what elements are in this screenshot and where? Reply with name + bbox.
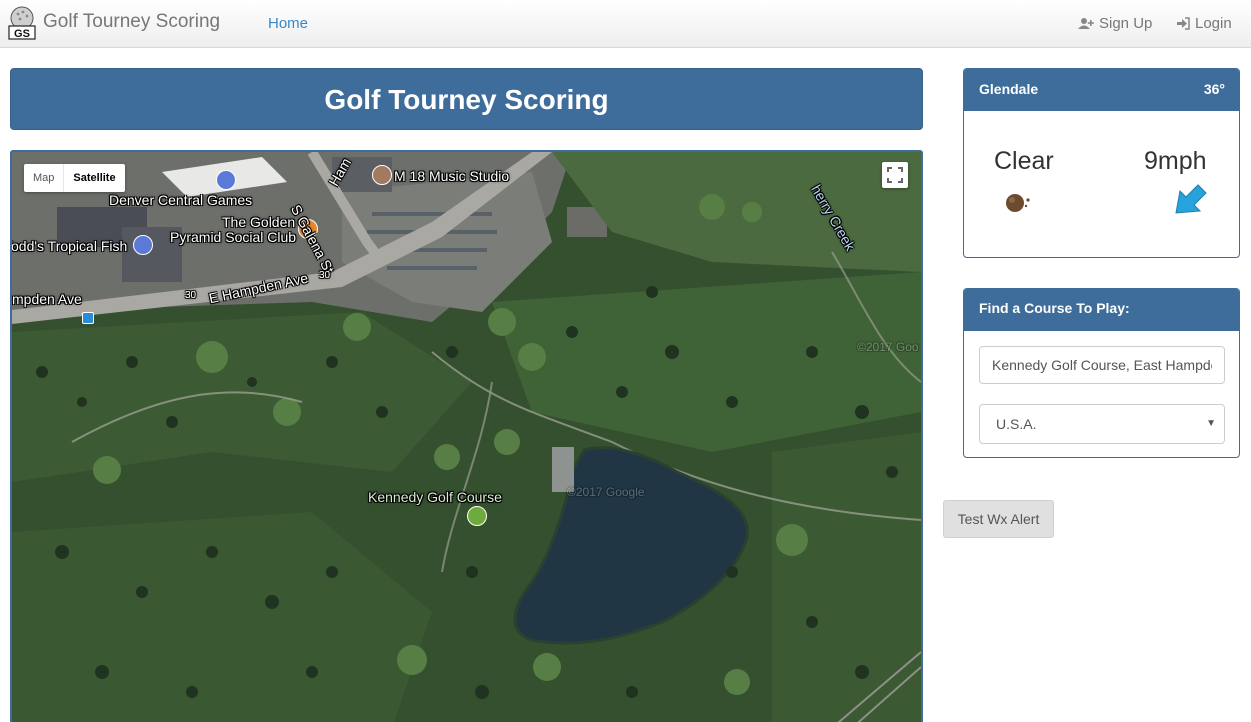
shopping-pin-icon[interactable] <box>216 170 236 190</box>
map-label-tropical-fish[interactable]: Todd's Tropical Fish <box>12 238 127 254</box>
store-pin-icon[interactable] <box>133 235 153 255</box>
weather-header: Glendale 36° <box>964 69 1239 111</box>
map-label-kennedy-golf-course[interactable]: Kennedy Golf Course <box>368 489 502 505</box>
country-select[interactable]: U.S.A. ▼ <box>979 404 1225 444</box>
login-label: Login <box>1195 15 1232 32</box>
weather-condition: Clear <box>994 147 1054 175</box>
test-wx-alert-button[interactable]: Test Wx Alert <box>943 500 1054 538</box>
map-label-route-30a: 30 <box>319 270 331 281</box>
map-label-route-30b: 30 <box>185 290 197 301</box>
sign-in-icon <box>1177 17 1190 30</box>
login-link[interactable]: Login <box>1177 15 1232 32</box>
moon-clear-icon <box>1006 194 1030 212</box>
golf-course-pin-icon[interactable] <box>467 506 487 526</box>
map-type-satellite-button[interactable]: Satellite <box>63 164 124 192</box>
wind-direction-arrow-icon <box>1175 184 1207 214</box>
navbar: GS Golf Tourney Scoring Home Sign Up Log… <box>0 0 1251 48</box>
signup-label: Sign Up <box>1099 15 1153 32</box>
map-label-golden-pyramid-2[interactable]: Pyramid Social Club <box>170 229 296 245</box>
fullscreen-button[interactable] <box>882 162 908 188</box>
title-banner: Golf Tourney Scoring <box>10 68 923 130</box>
map-watermark-1: ©2017 Goo <box>857 340 919 354</box>
course-search-input[interactable] <box>979 346 1225 384</box>
map-watermark-2: ©2017 Google <box>567 485 645 499</box>
country-select-value: U.S.A. <box>996 416 1037 432</box>
user-plus-icon <box>1078 18 1094 29</box>
chevron-down-icon: ▼ <box>1206 418 1216 429</box>
find-course-heading: Find a Course To Play: <box>964 289 1239 331</box>
weather-city: Glendale <box>979 81 1039 97</box>
brand-title[interactable]: Golf Tourney Scoring <box>43 11 220 33</box>
map-label-denver-central-games[interactable]: Denver Central Games <box>109 192 252 208</box>
map-type-map-button[interactable]: Map <box>24 164 63 192</box>
bus-stop-icon[interactable] <box>82 312 94 324</box>
music-studio-pin-icon[interactable] <box>372 165 392 185</box>
map-label-golden-pyramid-1[interactable]: The Golden <box>222 214 295 230</box>
page-title: Golf Tourney Scoring <box>324 84 609 115</box>
find-course-card: Find a Course To Play: U.S.A. ▼ <box>963 288 1240 458</box>
map-label-music-studio[interactable]: M 18 Music Studio <box>394 168 509 184</box>
nav-home-link[interactable]: Home <box>268 15 308 32</box>
signup-link[interactable]: Sign Up <box>1078 15 1152 32</box>
map-type-control: Map Satellite <box>24 164 125 192</box>
weather-temperature: 36° <box>1203 81 1225 97</box>
map-label-hampden-ave-left: mpden Ave <box>12 291 82 307</box>
golf-ball-logo-icon[interactable]: GS <box>8 6 36 40</box>
fullscreen-icon <box>887 167 903 183</box>
weather-card: Glendale 36° Clear 9mph <box>963 68 1240 258</box>
satellite-map[interactable]: Map Satellite M 18 Music Studio Denver C… <box>10 150 923 722</box>
weather-wind-speed: 9mph <box>1144 147 1207 175</box>
logo-text: GS <box>14 28 30 40</box>
